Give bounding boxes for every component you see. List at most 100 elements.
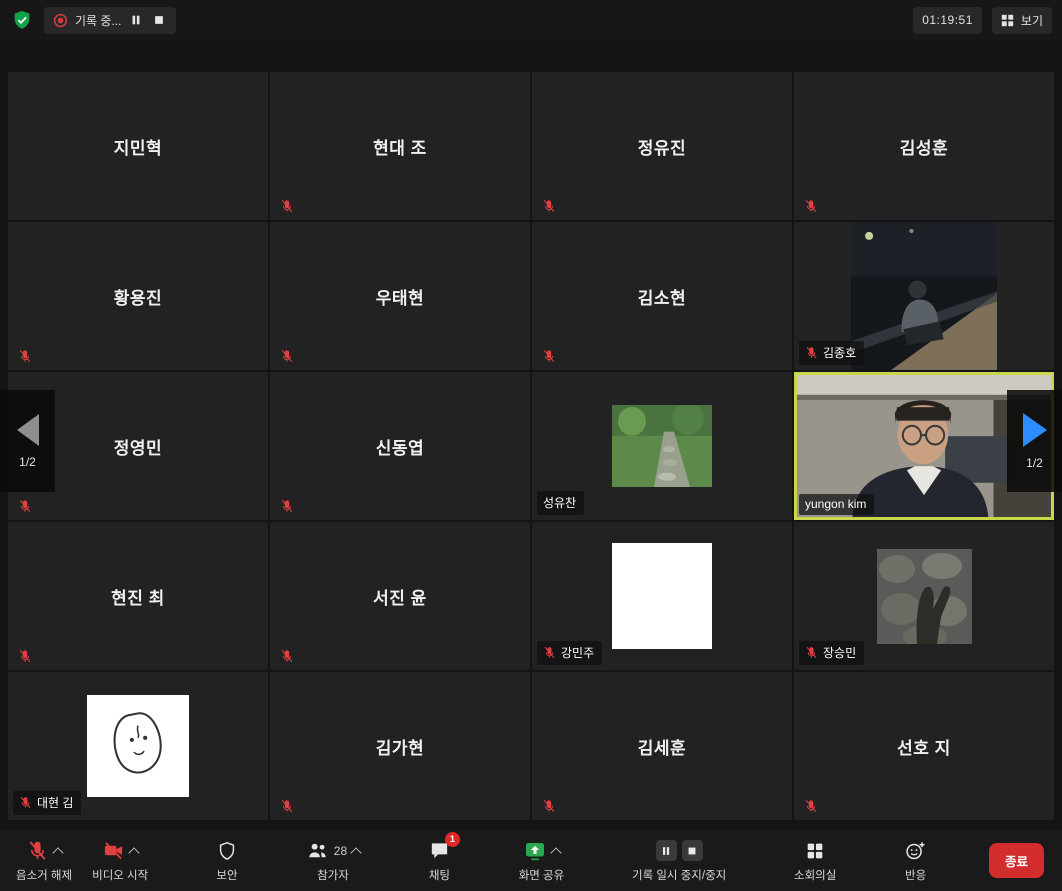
security-button[interactable]: 보안 (206, 830, 248, 891)
participant-name-label: 대현 김 (13, 791, 81, 815)
participant-name: 황용진 (114, 284, 162, 309)
participant-tile-16[interactable]: 장승민 (794, 522, 1054, 670)
muted-mic-icon (543, 646, 556, 659)
breakout-rooms-button[interactable]: 소회의실 (784, 830, 846, 891)
participant-tile-19[interactable]: 김세훈 (532, 672, 792, 820)
muted-mic-icon (280, 199, 294, 213)
participant-name-label: 강민주 (537, 641, 602, 665)
participants-button[interactable]: 28 참가자 (296, 830, 370, 891)
unmute-label: 음소거 해제 (16, 867, 72, 883)
participants-count: 28 (334, 844, 347, 858)
participant-name: 김세훈 (638, 734, 686, 759)
top-bar: 기록 중... 01:19:51 보기 (0, 0, 1062, 40)
next-page-control[interactable]: 1/2 (1007, 390, 1062, 492)
participant-name: 서진 윤 (373, 584, 427, 609)
participant-tile-5[interactable]: 황용진 (8, 222, 268, 370)
participant-tile-10[interactable]: 신동엽 (270, 372, 530, 520)
participant-tile-3[interactable]: 정유진 (532, 72, 792, 220)
stop-recording-toolbar-icon[interactable] (682, 840, 703, 861)
participant-tile-8[interactable]: 김종호 (794, 222, 1054, 370)
chat-button[interactable]: 1 채팅 (418, 830, 461, 891)
record-dot-icon (53, 13, 68, 28)
recording-indicator: 기록 중... (44, 7, 176, 34)
start-video-button[interactable]: 비디오 시작 (82, 830, 158, 891)
participant-name: 강민주 (561, 644, 594, 661)
chat-icon: 1 (428, 839, 451, 862)
stop-recording-icon[interactable] (151, 12, 167, 28)
share-screen-label: 화면 공유 (519, 867, 565, 883)
participant-video (877, 549, 972, 644)
participant-name: 현진 최 (111, 584, 165, 609)
video-options-chevron[interactable] (128, 847, 139, 858)
participant-tile-20[interactable]: 선호 지 (794, 672, 1054, 820)
share-screen-button[interactable]: 화면 공유 (509, 830, 575, 891)
view-button-label: 보기 (1021, 12, 1043, 29)
share-options-chevron[interactable] (550, 847, 561, 858)
muted-mic-icon (542, 349, 556, 363)
encryption-shield-icon[interactable] (10, 8, 34, 32)
participant-name: 신동엽 (376, 434, 424, 459)
recording-label: 기록 중... (75, 12, 121, 29)
participant-tile-2[interactable]: 현대 조 (270, 72, 530, 220)
muted-mic-icon (19, 796, 32, 809)
participant-name: 현대 조 (373, 134, 427, 159)
participant-name: 김종호 (823, 344, 856, 361)
participant-tile-13[interactable]: 현진 최 (8, 522, 268, 670)
start-video-label: 비디오 시작 (92, 867, 148, 883)
participant-tile-7[interactable]: 김소현 (532, 222, 792, 370)
participant-name: 우태현 (376, 284, 424, 309)
participant-name: 성유찬 (543, 494, 576, 511)
chat-unread-badge: 1 (445, 832, 460, 847)
participant-grid: 지민혁현대 조정유진김성훈황용진우태현김소현김종호정영민신동엽성유찬yungon… (8, 72, 1054, 820)
participant-tile-4[interactable]: 김성훈 (794, 72, 1054, 220)
reactions-label: 반응 (905, 867, 926, 883)
muted-mic-icon (18, 649, 32, 663)
share-screen-icon (523, 839, 547, 863)
reactions-icon (904, 839, 927, 862)
page-indicator-right: 1/2 (1026, 456, 1043, 470)
participant-video (612, 405, 712, 487)
participant-tile-1[interactable]: 지민혁 (8, 72, 268, 220)
next-page-arrow-icon[interactable] (1023, 413, 1047, 447)
participant-tile-11[interactable]: 성유찬 (532, 372, 792, 520)
participant-name: 장승민 (823, 644, 856, 661)
participants-options-chevron[interactable] (350, 847, 361, 858)
participants-icon (306, 839, 329, 862)
participant-tile-15[interactable]: 강민주 (532, 522, 792, 670)
end-meeting-button[interactable]: 종료 (989, 843, 1044, 878)
control-toolbar: 음소거 해제 비디오 시작 보안 (0, 830, 1062, 891)
participant-name: 김소현 (638, 284, 686, 309)
view-button[interactable]: 보기 (992, 7, 1052, 34)
participant-video (851, 222, 997, 370)
breakout-rooms-icon (804, 840, 826, 862)
grid-view-icon (1001, 14, 1014, 27)
participant-tile-18[interactable]: 김가현 (270, 672, 530, 820)
participant-name: 정유진 (638, 134, 686, 159)
participant-tile-14[interactable]: 서진 윤 (270, 522, 530, 670)
audio-options-chevron[interactable] (52, 847, 63, 858)
mic-muted-icon (26, 839, 49, 862)
previous-page-arrow-icon[interactable] (17, 414, 39, 446)
muted-mic-icon (280, 499, 294, 513)
chat-label: 채팅 (429, 867, 450, 883)
participant-name: 김성훈 (900, 134, 948, 159)
muted-mic-icon (804, 799, 818, 813)
participants-label: 참가자 (317, 867, 349, 883)
muted-mic-icon (280, 649, 294, 663)
pause-recording-icon[interactable] (128, 12, 144, 28)
recording-controls-label: 기록 일시 중지/중지 (632, 867, 726, 883)
previous-page-control[interactable]: 1/2 (0, 390, 55, 492)
recording-controls-button[interactable]: 기록 일시 중지/중지 (622, 830, 736, 891)
participant-name: 정영민 (114, 434, 162, 459)
participant-tile-6[interactable]: 우태현 (270, 222, 530, 370)
participant-name-label: 김종호 (799, 341, 864, 365)
muted-mic-icon (18, 349, 32, 363)
participant-name-label: 장승민 (799, 641, 864, 665)
zoom-meeting-window: 기록 중... 01:19:51 보기 지민혁현대 조정유진김성훈황용진우태현김… (0, 0, 1062, 891)
pause-recording-toolbar-icon[interactable] (656, 840, 677, 861)
participant-name: 김가현 (376, 734, 424, 759)
unmute-button[interactable]: 음소거 해제 (6, 830, 82, 891)
participant-tile-17[interactable]: 대현 김 (8, 672, 268, 820)
reactions-button[interactable]: 반응 (894, 830, 937, 891)
breakout-rooms-label: 소회의실 (794, 867, 836, 883)
